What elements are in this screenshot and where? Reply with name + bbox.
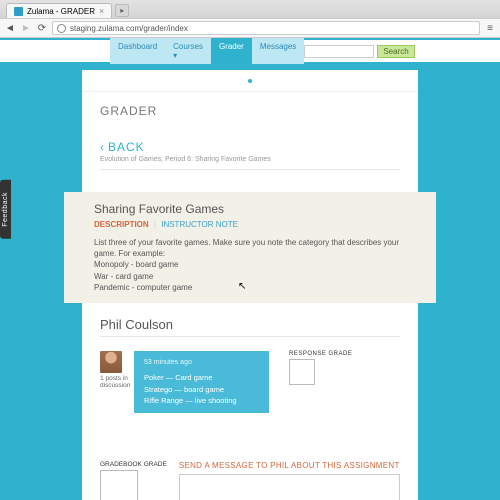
nav-grader[interactable]: Grader bbox=[211, 38, 252, 64]
browser-tab[interactable]: Zulama - GRADER × bbox=[6, 3, 112, 18]
divider bbox=[100, 336, 400, 337]
message-textarea[interactable] bbox=[179, 474, 400, 500]
post-timestamp: 53 minutes ago bbox=[144, 358, 259, 369]
new-tab-button[interactable]: ▸ bbox=[115, 4, 129, 17]
globe-icon bbox=[57, 24, 66, 33]
student-name: Phil Coulson bbox=[100, 317, 400, 332]
url-text: staging.zulama.com/grader/index bbox=[70, 24, 188, 33]
browser-toolbar: ◄ ► ⟳ staging.zulama.com/grader/index ≡ bbox=[0, 18, 500, 38]
tab-separator: | bbox=[154, 220, 156, 229]
search-input[interactable] bbox=[304, 45, 374, 58]
back-icon[interactable]: ◄ bbox=[4, 22, 16, 34]
assignment-body: List three of your favorite games. Make … bbox=[94, 237, 406, 293]
discussion-post: 1 posts in discussion 53 minutes ago Pok… bbox=[100, 351, 400, 413]
assignment-example: Pandemic - computer game bbox=[94, 282, 406, 293]
assignment-block: Sharing Favorite Games DESCRIPTION | INS… bbox=[64, 192, 436, 303]
message-title: SEND A MESSAGE TO PHIL ABOUT THIS ASSIGN… bbox=[179, 461, 400, 470]
address-bar[interactable]: staging.zulama.com/grader/index bbox=[52, 21, 480, 35]
chevron-left-icon: ‹ bbox=[100, 140, 104, 154]
gradebook-grade-input[interactable] bbox=[100, 470, 138, 500]
search-button[interactable]: Search bbox=[377, 45, 414, 58]
back-link[interactable]: ‹ BACK bbox=[100, 140, 400, 154]
favicon-icon bbox=[14, 7, 23, 16]
nav-courses[interactable]: Courses ▾ bbox=[165, 38, 211, 64]
post-line: Stratego — board game bbox=[144, 384, 259, 395]
gradebook-label: GRADEBOOK GRADE bbox=[100, 461, 167, 468]
banner bbox=[82, 70, 418, 92]
reload-icon[interactable]: ⟳ bbox=[36, 22, 48, 34]
response-grade-label: RESPONSE GRADE bbox=[289, 351, 352, 357]
close-icon[interactable]: × bbox=[99, 6, 104, 16]
tab-description[interactable]: DESCRIPTION bbox=[94, 220, 149, 229]
tab-instructor-note[interactable]: INSTRUCTOR NOTE bbox=[161, 220, 238, 229]
nav-dashboard[interactable]: Dashboard bbox=[110, 38, 165, 64]
browser-tab-bar: Zulama - GRADER × ▸ bbox=[0, 0, 500, 18]
post-meta: 1 posts in discussion bbox=[100, 375, 128, 389]
post-bubble: 53 minutes ago Poker — Card game Strateg… bbox=[134, 351, 269, 413]
feedback-tab[interactable]: Feedback bbox=[0, 180, 11, 239]
nav-messages[interactable]: Messages bbox=[252, 38, 304, 64]
tab-title: Zulama - GRADER bbox=[27, 7, 95, 16]
post-line: Poker — Card game bbox=[144, 372, 259, 383]
divider bbox=[100, 169, 400, 170]
top-nav: Dashboard Courses ▾ Grader Messages Sear… bbox=[0, 40, 500, 62]
avatar bbox=[100, 351, 122, 373]
response-grade: RESPONSE GRADE bbox=[289, 351, 352, 385]
back-label: BACK bbox=[108, 140, 145, 154]
forward-icon[interactable]: ► bbox=[20, 22, 32, 34]
menu-icon[interactable]: ≡ bbox=[484, 22, 496, 34]
main-column: GRADER ‹ BACK Evolution of Games, Period… bbox=[82, 70, 418, 500]
response-grade-input[interactable] bbox=[289, 359, 315, 385]
breadcrumb: Evolution of Games, Period 6: Sharing Fa… bbox=[100, 156, 400, 163]
page-title: GRADER bbox=[100, 104, 400, 118]
assignment-title: Sharing Favorite Games bbox=[94, 202, 406, 216]
assignment-example: Monopoly - board game bbox=[94, 259, 406, 270]
dot-icon bbox=[248, 79, 252, 83]
post-line: Rifle Range — live shooting bbox=[144, 395, 259, 406]
assignment-intro: List three of your favorite games. Make … bbox=[94, 237, 406, 259]
assignment-example: War - card game bbox=[94, 271, 406, 282]
